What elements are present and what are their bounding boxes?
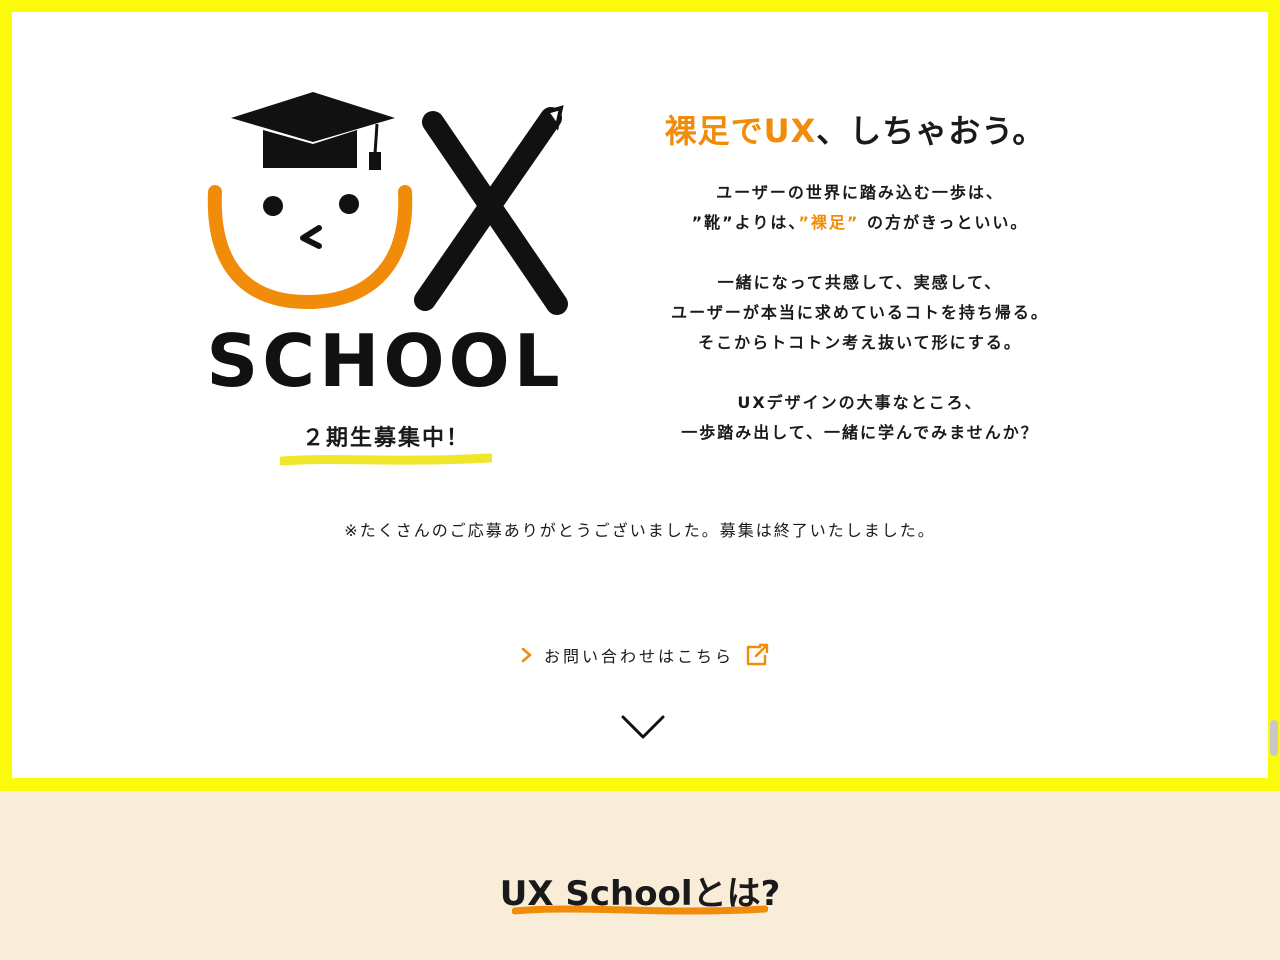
about-title-underline [512, 905, 768, 915]
logo-letter-u [207, 185, 413, 310]
copy-line: ユーザーが本当に求めているコトを持ち帰る。 [671, 303, 1049, 322]
copy-line: ユーザーの世界に踏み込む一歩は、 [716, 183, 1004, 202]
chevron-right-icon [521, 647, 532, 663]
chevron-down-icon[interactable] [619, 712, 667, 742]
logo-letter-x [414, 105, 568, 315]
copy-line: そこからトコトン考え抜いて形にする。 [698, 333, 1022, 352]
hero-headline: 裸足でUX、しちゃおう。 [640, 106, 1070, 152]
copy-line: 一歩踏み出して、一緒に学んでみませんか？ [681, 423, 1039, 442]
copy-accent: ”裸足” [798, 213, 860, 232]
recruitment-closed-notice: ※たくさんのご応募ありがとうございました。募集は終了いたしました。 [344, 521, 936, 540]
external-link-icon [746, 643, 769, 666]
headline-accent: 裸足でUX [664, 112, 817, 150]
contact-link-label: お問い合わせはこちら [544, 647, 735, 666]
hero-copy: ユーザーの世界に踏み込む一歩は、 ”靴”よりは、”裸足” の方がきっといい。 一… [640, 178, 1080, 448]
copy-fragment: ”靴”よりは、 [691, 213, 799, 232]
face-eye-left [263, 196, 283, 216]
scrollbar-thumb[interactable] [1270, 720, 1278, 756]
contact-link[interactable]: お問い合わせはこちら [520, 640, 770, 670]
face-nose [300, 225, 322, 249]
recruiting-badge: ２期生募集中！ [301, 426, 470, 451]
copy-line: UXデザインの大事なところ、 [737, 393, 983, 412]
copy-fragment: の方がきっといい。 [859, 213, 1029, 232]
headline-rest: 、しちゃおう。 [816, 112, 1046, 150]
copy-line: ”靴”よりは、”裸足” の方がきっといい。 [640, 208, 1080, 238]
copy-line: 一緒になって共感して、実感して、 [717, 273, 1003, 292]
recruit-underline [280, 453, 492, 466]
logo-wordmark: SCHOOL [206, 319, 563, 402]
graduation-cap-icon [231, 92, 395, 170]
ux-school-logo: SCHOOL [206, 92, 568, 402]
face-eye-right [339, 194, 359, 214]
